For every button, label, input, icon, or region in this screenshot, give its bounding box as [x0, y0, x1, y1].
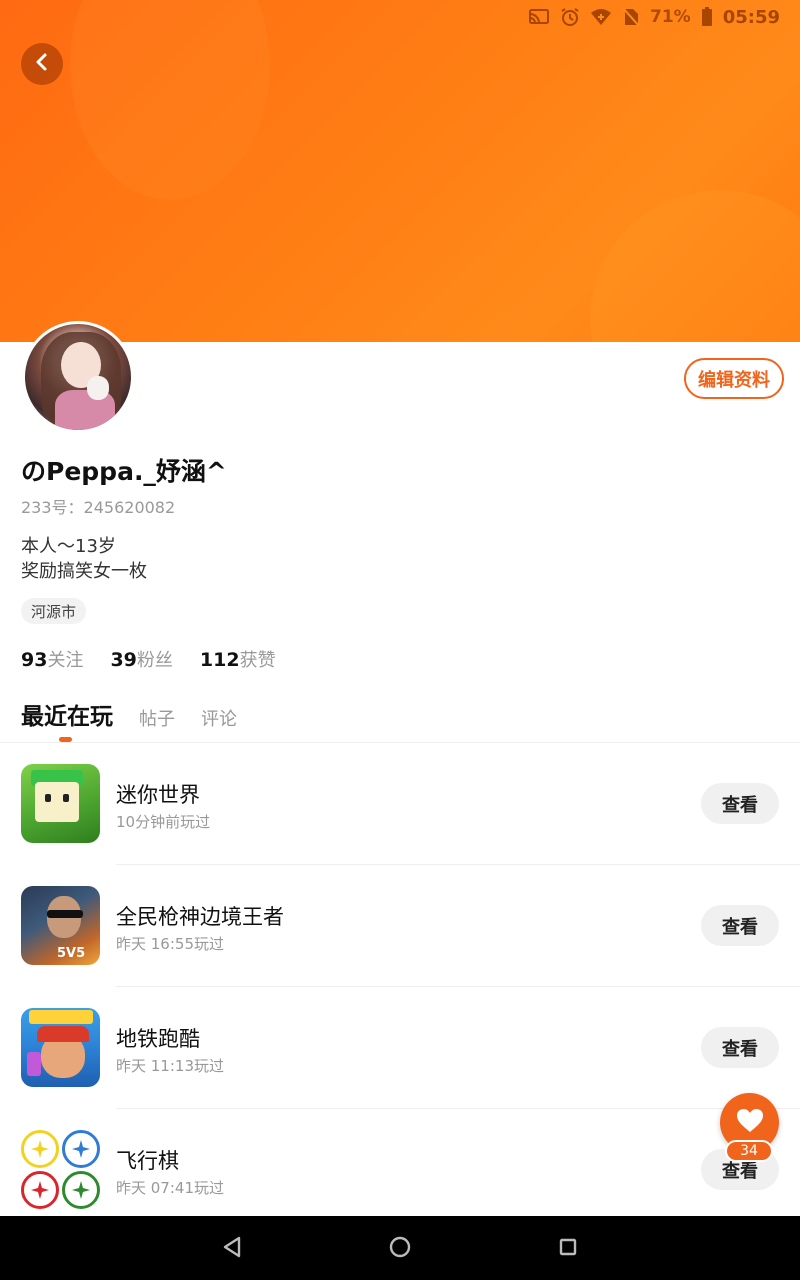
chevron-left-icon	[34, 52, 50, 76]
nav-home-button[interactable]	[387, 1236, 413, 1262]
game-list-item[interactable]: 迷你世界 10分钟前玩过 查看	[0, 743, 800, 865]
airplane-icon	[62, 1171, 100, 1209]
profile-tabs: 最近在玩 帖子 评论	[21, 697, 237, 731]
heart-icon	[736, 1108, 764, 1138]
fans-count: 39	[110, 649, 137, 671]
nav-recents-button[interactable]	[555, 1236, 581, 1262]
tab-recent-games[interactable]: 最近在玩	[21, 697, 113, 731]
battery-percent: 71%	[650, 7, 691, 27]
cast-icon	[528, 8, 550, 26]
home-circle-icon	[388, 1235, 412, 1263]
nav-back-button[interactable]	[219, 1236, 245, 1262]
game-last-played: 昨天 16:55玩过	[116, 935, 224, 953]
username: のPeppa._妤涵^	[21, 457, 227, 486]
bio: 本人～13岁 奖励搞笑女一枚	[21, 534, 147, 584]
back-button[interactable]	[21, 43, 63, 85]
airplane-icon	[21, 1171, 59, 1209]
game-last-played: 10分钟前玩过	[116, 813, 211, 831]
tab-posts[interactable]: 帖子	[139, 705, 175, 731]
profile-banner	[0, 0, 800, 342]
fans-stat[interactable]: 39粉丝	[110, 646, 172, 672]
fans-label: 粉丝	[136, 650, 173, 671]
tab-comments[interactable]: 评论	[201, 705, 237, 731]
status-bar: 71% 05:59	[528, 5, 780, 29]
bio-line: 本人～13岁	[21, 536, 116, 557]
game-icon-subway-surfers	[21, 1008, 100, 1087]
game-icon-badge: 5V5	[57, 946, 86, 961]
game-title: 飞行棋	[116, 1149, 179, 1173]
game-list-item[interactable]: 5V5 全民枪神边境王者 昨天 16:55玩过 查看	[0, 865, 800, 987]
airplane-icon	[21, 1130, 59, 1168]
following-label: 关注	[47, 650, 84, 671]
battery-icon	[701, 7, 713, 27]
likes-stat[interactable]: 112获赞	[200, 646, 276, 672]
game-title: 全民枪神边境王者	[116, 905, 284, 929]
game-title: 地铁跑酷	[116, 1027, 200, 1051]
game-icon-gun-god: 5V5	[21, 886, 100, 965]
view-game-button[interactable]: 查看	[701, 905, 779, 946]
like-count-badge: 34	[725, 1140, 773, 1162]
wifi-icon	[590, 8, 612, 26]
game-icon-mini-world	[21, 764, 100, 843]
game-last-played: 昨天 07:41玩过	[116, 1179, 224, 1197]
view-game-button[interactable]: 查看	[701, 783, 779, 824]
banner-decoration	[70, 0, 270, 200]
edit-profile-button[interactable]: 编辑资料	[684, 358, 784, 399]
game-list-item[interactable]: 地铁跑酷 昨天 11:13玩过 查看	[0, 987, 800, 1109]
location-tag: 河源市	[21, 598, 87, 624]
airplane-icon	[62, 1130, 100, 1168]
no-sim-icon	[622, 7, 640, 27]
game-icon-ludo	[21, 1130, 100, 1209]
game-title: 迷你世界	[116, 783, 200, 807]
game-last-played: 昨天 11:13玩过	[116, 1057, 224, 1075]
view-game-button[interactable]: 查看	[701, 1027, 779, 1068]
clock: 05:59	[722, 6, 780, 28]
following-count: 93	[21, 649, 48, 671]
following-stat[interactable]: 93关注	[21, 646, 83, 672]
back-triangle-icon	[222, 1236, 242, 1262]
banner-decoration	[590, 190, 800, 342]
likes-count: 112	[199, 649, 240, 671]
alarm-icon	[560, 7, 580, 27]
avatar[interactable]	[22, 321, 134, 433]
likes-label: 获赞	[239, 650, 276, 671]
profile-stats: 93关注 39粉丝 112获赞	[21, 646, 276, 672]
game-list-item[interactable]: 飞行棋 昨天 07:41玩过 查看	[0, 1109, 800, 1231]
user-id: 233号：245620082	[21, 498, 176, 517]
recents-square-icon	[558, 1237, 578, 1261]
bio-line: 奖励搞笑女一枚	[21, 561, 147, 582]
system-nav-bar	[0, 1216, 800, 1280]
